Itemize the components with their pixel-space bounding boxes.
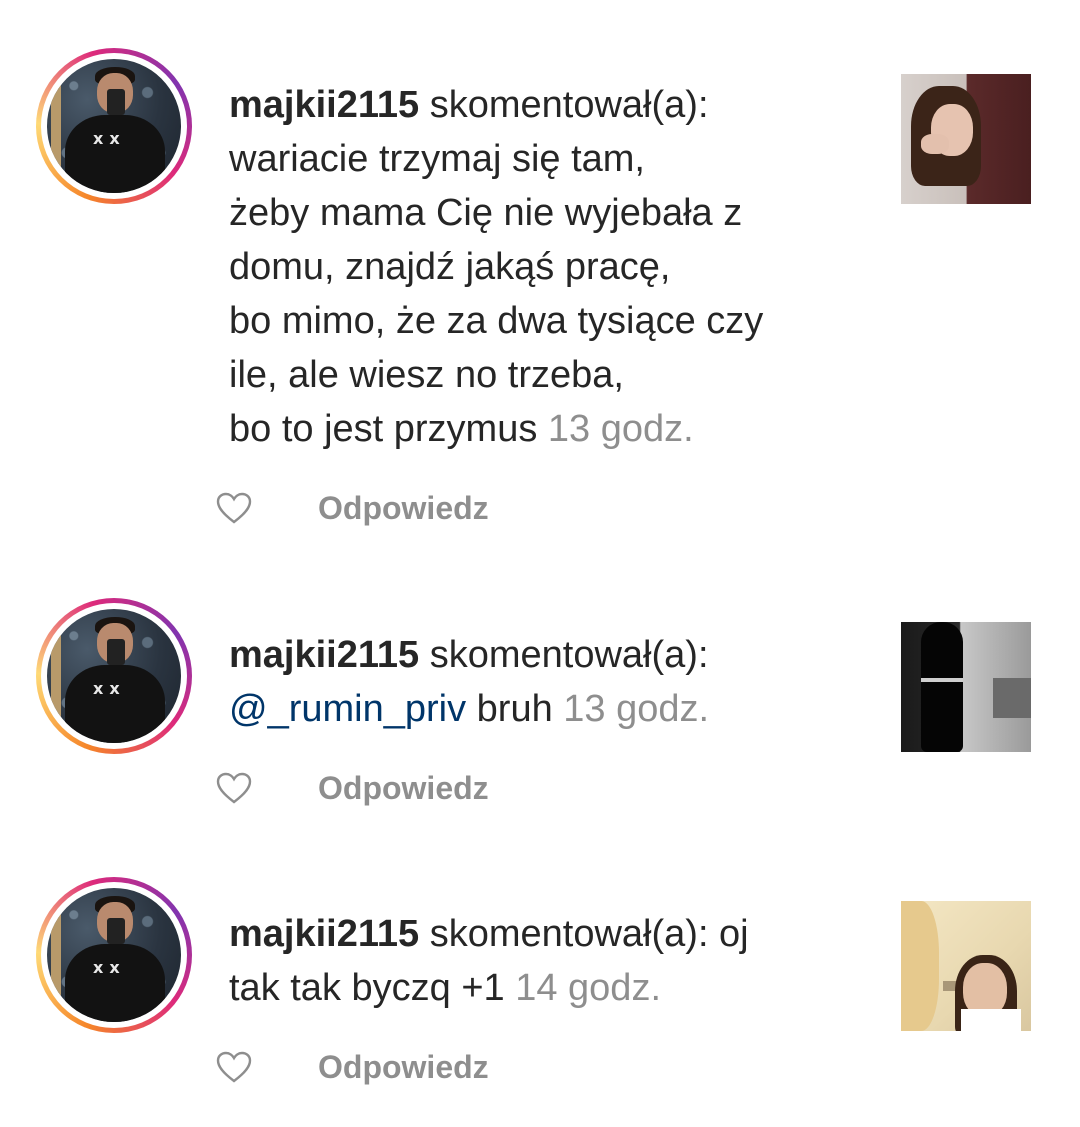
story-ring[interactable]: xx [36, 48, 192, 204]
mention-link[interactable]: @_rumin_priv [229, 688, 466, 730]
comment-body: tak tak byczq +1 [229, 967, 505, 1009]
reply-button[interactable]: Odpowiedz [318, 770, 489, 807]
post-thumbnail[interactable] [901, 901, 1031, 1031]
avatar: xx [47, 609, 181, 743]
comment-text: majkii2115 skomentował(a): @_rumin_priv … [229, 628, 849, 736]
comment-text: majkii2115 skomentował(a): wariacie trzy… [229, 78, 849, 456]
reply-button[interactable]: Odpowiedz [318, 490, 489, 527]
reply-button[interactable]: Odpowiedz [318, 1049, 489, 1086]
comment-text: majkii2115 skomentował(a): oj tak tak by… [229, 907, 849, 1015]
heart-outline-icon[interactable] [214, 1047, 254, 1087]
story-ring[interactable]: xx [36, 877, 192, 1033]
heart-outline-icon[interactable] [214, 768, 254, 808]
timestamp: 13 godz. [537, 408, 694, 450]
comment-actions: Odpowiedz [214, 488, 489, 528]
comment-body: wariacie trzymaj się tam, żeby mama Cię … [229, 138, 764, 450]
post-thumbnail[interactable] [901, 74, 1031, 204]
username[interactable]: majkii2115 [229, 634, 419, 676]
comment-action: skomentował(a): [419, 84, 709, 126]
avatar: xx [47, 59, 181, 193]
comment-action: skomentował(a): [419, 634, 709, 676]
username[interactable]: majkii2115 [229, 913, 419, 955]
heart-outline-icon[interactable] [214, 488, 254, 528]
comment-body: bruh [466, 688, 553, 730]
avatar: xx [47, 888, 181, 1022]
story-ring[interactable]: xx [36, 598, 192, 754]
post-thumbnail[interactable] [901, 622, 1031, 752]
timestamp: 14 godz. [504, 967, 661, 1009]
timestamp: 13 godz. [552, 688, 710, 730]
comment-action: skomentował(a): oj [419, 913, 749, 955]
username[interactable]: majkii2115 [229, 84, 419, 126]
comment-actions: Odpowiedz [214, 768, 489, 808]
comment-actions: Odpowiedz [214, 1047, 489, 1087]
